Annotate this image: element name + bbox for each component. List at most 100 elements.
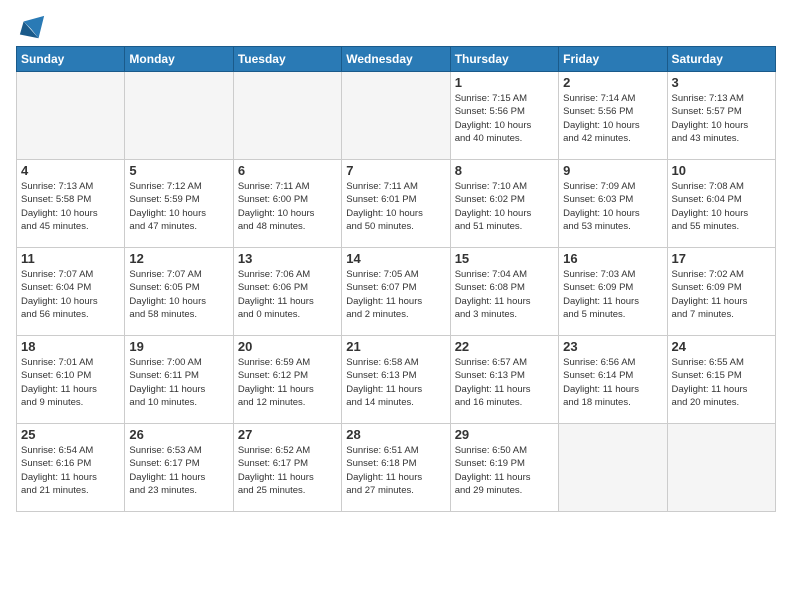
day-info: Sunrise: 7:11 AM Sunset: 6:00 PM Dayligh… — [238, 180, 337, 233]
day-number: 23 — [563, 339, 662, 354]
day-cell — [17, 72, 125, 160]
day-number: 15 — [455, 251, 554, 266]
weekday-header-sunday: Sunday — [17, 47, 125, 72]
day-number: 9 — [563, 163, 662, 178]
weekday-header-monday: Monday — [125, 47, 233, 72]
day-cell: 15 Sunrise: 7:04 AM Sunset: 6:08 PM Dayli… — [450, 248, 558, 336]
day-info: Sunrise: 6:50 AM Sunset: 6:19 PM Dayligh… — [455, 444, 554, 497]
day-cell: 13 Sunrise: 7:06 AM Sunset: 6:06 PM Dayli… — [233, 248, 341, 336]
week-row-2: 4Sunrise: 7:13 AM Sunset: 5:58 PM Daylig… — [17, 160, 776, 248]
day-number: 7 — [346, 163, 445, 178]
day-info: Sunrise: 7:10 AM Sunset: 6:02 PM Dayligh… — [455, 180, 554, 233]
day-cell: 26 Sunrise: 6:53 AM Sunset: 6:17 PM Dayli… — [125, 424, 233, 512]
day-number: 11 — [21, 251, 120, 266]
header — [16, 14, 776, 38]
day-cell: 3 Sunrise: 7:13 AM Sunset: 5:57 PM Daylig… — [667, 72, 775, 160]
day-number: 4 — [21, 163, 120, 178]
week-row-4: 18 Sunrise: 7:01 AM Sunset: 6:10 PM Dayli… — [17, 336, 776, 424]
day-cell: 27 Sunrise: 6:52 AM Sunset: 6:17 PM Dayli… — [233, 424, 341, 512]
day-info: Sunrise: 6:54 AM Sunset: 6:16 PM Dayligh… — [21, 444, 120, 497]
day-number: 13 — [238, 251, 337, 266]
day-number: 18 — [21, 339, 120, 354]
day-number: 26 — [129, 427, 228, 442]
day-cell: 16 Sunrise: 7:03 AM Sunset: 6:09 PM Dayli… — [559, 248, 667, 336]
day-cell — [342, 72, 450, 160]
day-cell: 11 Sunrise: 7:07 AM Sunset: 6:04 PM Dayli… — [17, 248, 125, 336]
day-info: Sunrise: 6:56 AM Sunset: 6:14 PM Dayligh… — [563, 356, 662, 409]
logo-icon — [18, 14, 46, 42]
day-cell: 6 Sunrise: 7:11 AM Sunset: 6:00 PM Daylig… — [233, 160, 341, 248]
day-cell — [667, 424, 775, 512]
day-number: 20 — [238, 339, 337, 354]
day-info: Sunrise: 7:07 AM Sunset: 6:05 PM Dayligh… — [129, 268, 228, 321]
weekday-header-saturday: Saturday — [667, 47, 775, 72]
logo — [16, 14, 46, 38]
day-info: Sunrise: 6:51 AM Sunset: 6:18 PM Dayligh… — [346, 444, 445, 497]
weekday-header-row: SundayMondayTuesdayWednesdayThursdayFrid… — [17, 47, 776, 72]
day-info: Sunrise: 6:52 AM Sunset: 6:17 PM Dayligh… — [238, 444, 337, 497]
day-number: 24 — [672, 339, 771, 354]
day-info: Sunrise: 6:58 AM Sunset: 6:13 PM Dayligh… — [346, 356, 445, 409]
day-cell: 28 Sunrise: 6:51 AM Sunset: 6:18 PM Dayli… — [342, 424, 450, 512]
day-number: 22 — [455, 339, 554, 354]
day-info: Sunrise: 7:12 AM Sunset: 5:59 PM Dayligh… — [129, 180, 228, 233]
day-cell: 23 Sunrise: 6:56 AM Sunset: 6:14 PM Dayli… — [559, 336, 667, 424]
day-info: Sunrise: 6:59 AM Sunset: 6:12 PM Dayligh… — [238, 356, 337, 409]
day-cell: 21 Sunrise: 6:58 AM Sunset: 6:13 PM Dayli… — [342, 336, 450, 424]
day-info: Sunrise: 7:08 AM Sunset: 6:04 PM Dayligh… — [672, 180, 771, 233]
page: SundayMondayTuesdayWednesdayThursdayFrid… — [0, 0, 792, 612]
day-info: Sunrise: 7:06 AM Sunset: 6:06 PM Dayligh… — [238, 268, 337, 321]
weekday-header-wednesday: Wednesday — [342, 47, 450, 72]
weekday-header-tuesday: Tuesday — [233, 47, 341, 72]
day-cell: 29 Sunrise: 6:50 AM Sunset: 6:19 PM Dayli… — [450, 424, 558, 512]
day-cell: 20 Sunrise: 6:59 AM Sunset: 6:12 PM Dayli… — [233, 336, 341, 424]
day-cell: 2 Sunrise: 7:14 AM Sunset: 5:56 PM Daylig… — [559, 72, 667, 160]
day-info: Sunrise: 7:04 AM Sunset: 6:08 PM Dayligh… — [455, 268, 554, 321]
day-cell: 25 Sunrise: 6:54 AM Sunset: 6:16 PM Dayli… — [17, 424, 125, 512]
day-number: 3 — [672, 75, 771, 90]
day-number: 19 — [129, 339, 228, 354]
day-number: 28 — [346, 427, 445, 442]
day-info: Sunrise: 6:57 AM Sunset: 6:13 PM Dayligh… — [455, 356, 554, 409]
day-cell: 24 Sunrise: 6:55 AM Sunset: 6:15 PM Dayli… — [667, 336, 775, 424]
day-info: Sunrise: 7:05 AM Sunset: 6:07 PM Dayligh… — [346, 268, 445, 321]
day-info: Sunrise: 7:00 AM Sunset: 6:11 PM Dayligh… — [129, 356, 228, 409]
day-cell: 14 Sunrise: 7:05 AM Sunset: 6:07 PM Dayli… — [342, 248, 450, 336]
day-info: Sunrise: 7:01 AM Sunset: 6:10 PM Dayligh… — [21, 356, 120, 409]
day-number: 25 — [21, 427, 120, 442]
day-cell: 7 Sunrise: 7:11 AM Sunset: 6:01 PM Daylig… — [342, 160, 450, 248]
day-number: 10 — [672, 163, 771, 178]
day-cell: 17Sunrise: 7:02 AM Sunset: 6:09 PM Dayli… — [667, 248, 775, 336]
day-number: 16 — [563, 251, 662, 266]
day-info: Sunrise: 6:55 AM Sunset: 6:15 PM Dayligh… — [672, 356, 771, 409]
day-info: Sunrise: 7:14 AM Sunset: 5:56 PM Dayligh… — [563, 92, 662, 145]
week-row-1: 1Sunrise: 7:15 AM Sunset: 5:56 PM Daylig… — [17, 72, 776, 160]
day-cell: 9 Sunrise: 7:09 AM Sunset: 6:03 PM Daylig… — [559, 160, 667, 248]
day-number: 12 — [129, 251, 228, 266]
day-number: 5 — [129, 163, 228, 178]
day-number: 14 — [346, 251, 445, 266]
day-info: Sunrise: 7:09 AM Sunset: 6:03 PM Dayligh… — [563, 180, 662, 233]
day-number: 6 — [238, 163, 337, 178]
day-number: 27 — [238, 427, 337, 442]
day-info: Sunrise: 7:03 AM Sunset: 6:09 PM Dayligh… — [563, 268, 662, 321]
calendar-table: SundayMondayTuesdayWednesdayThursdayFrid… — [16, 46, 776, 512]
day-cell — [559, 424, 667, 512]
week-row-3: 11 Sunrise: 7:07 AM Sunset: 6:04 PM Dayli… — [17, 248, 776, 336]
day-cell: 4Sunrise: 7:13 AM Sunset: 5:58 PM Daylig… — [17, 160, 125, 248]
day-info: Sunrise: 7:13 AM Sunset: 5:57 PM Dayligh… — [672, 92, 771, 145]
day-cell: 8Sunrise: 7:10 AM Sunset: 6:02 PM Daylig… — [450, 160, 558, 248]
day-cell — [125, 72, 233, 160]
day-cell: 12 Sunrise: 7:07 AM Sunset: 6:05 PM Dayli… — [125, 248, 233, 336]
day-info: Sunrise: 7:11 AM Sunset: 6:01 PM Dayligh… — [346, 180, 445, 233]
day-info: Sunrise: 7:07 AM Sunset: 6:04 PM Dayligh… — [21, 268, 120, 321]
weekday-header-thursday: Thursday — [450, 47, 558, 72]
day-info: Sunrise: 7:15 AM Sunset: 5:56 PM Dayligh… — [455, 92, 554, 145]
day-cell: 22 Sunrise: 6:57 AM Sunset: 6:13 PM Dayli… — [450, 336, 558, 424]
day-info: Sunrise: 6:53 AM Sunset: 6:17 PM Dayligh… — [129, 444, 228, 497]
day-number: 21 — [346, 339, 445, 354]
day-cell: 10 Sunrise: 7:08 AM Sunset: 6:04 PM Dayli… — [667, 160, 775, 248]
day-number: 2 — [563, 75, 662, 90]
day-number: 29 — [455, 427, 554, 442]
day-number: 17 — [672, 251, 771, 266]
